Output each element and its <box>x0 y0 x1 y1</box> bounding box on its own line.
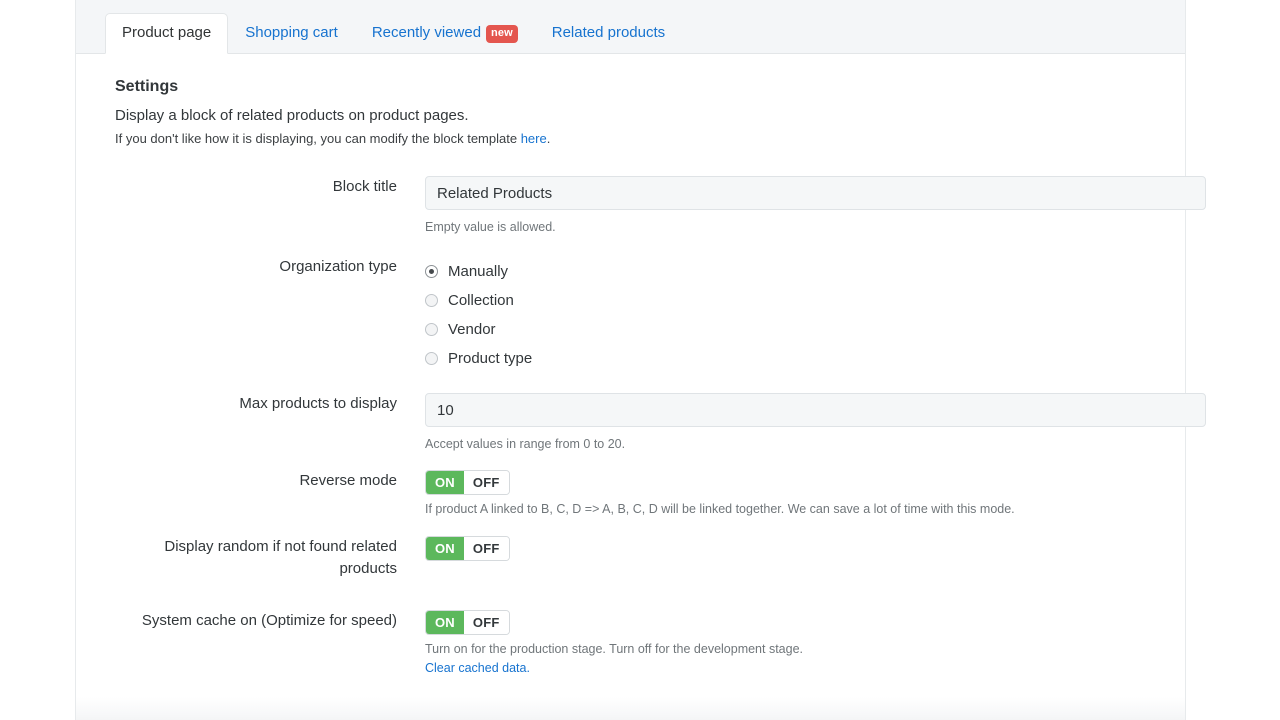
tab-bar: Product page Shopping cart Recently view… <box>76 0 1185 54</box>
footer-strip <box>76 697 1185 720</box>
radio-icon <box>425 265 438 278</box>
template-note-prefix: If you don't like how it is displaying, … <box>115 131 521 146</box>
radio-icon <box>425 352 438 365</box>
settings-form: Block title Empty value is allowed. Orga… <box>115 176 1206 720</box>
system-cache-hint: Turn on for the production stage. Turn o… <box>425 642 804 656</box>
toggle-off-segment[interactable]: OFF <box>463 611 509 634</box>
tab-recently-viewed[interactable]: Recently viewed new <box>355 13 535 54</box>
field-row-display-random: Display random if not found related prod… <box>115 536 1185 580</box>
field-row-system-cache: System cache on (Optimize for speed) ON … <box>115 610 1185 677</box>
radio-label: Collection <box>448 291 514 309</box>
tab-label: Product page <box>122 24 212 41</box>
toggle-off-segment[interactable]: OFF <box>463 471 509 494</box>
block-title-hint: Empty value is allowed. <box>425 220 556 234</box>
template-note-suffix: . <box>546 131 551 146</box>
block-title-input[interactable] <box>425 176 1206 210</box>
tab-related-products[interactable]: Related products <box>535 13 682 54</box>
radio-label: Vendor <box>448 320 496 338</box>
radio-icon <box>425 294 438 307</box>
max-products-hint: Accept values in range from 0 to 20. <box>425 437 626 451</box>
radio-option-manually[interactable]: Manually <box>425 257 1185 286</box>
template-note: If you don't like how it is displaying, … <box>115 130 1185 148</box>
modify-template-link[interactable]: here <box>521 131 547 146</box>
radio-option-collection[interactable]: Collection <box>425 286 1185 315</box>
page-title: Settings <box>115 78 179 95</box>
clear-cached-data-link[interactable]: Clear cached data. <box>425 661 530 675</box>
settings-content: Settings Display a block of related prod… <box>76 54 1206 720</box>
tab-shopping-cart[interactable]: Shopping cart <box>228 13 355 54</box>
tab-label: Related products <box>551 24 666 41</box>
reverse-mode-toggle[interactable]: ON OFF <box>425 470 510 495</box>
settings-card: Product page Shopping cart Recently view… <box>75 0 1206 720</box>
app-root: Product page Shopping cart Recently view… <box>0 0 1280 720</box>
radio-option-vendor[interactable]: Vendor <box>425 315 1185 344</box>
radio-label: Manually <box>448 262 509 280</box>
field-row-organization-type: Organization type Manually Collection Ve… <box>115 256 1185 373</box>
system-cache-toggle[interactable]: ON OFF <box>425 610 510 635</box>
reverse-mode-hint: If product A linked to B, C, D => A, B, … <box>425 502 1015 516</box>
radio-icon <box>425 323 438 336</box>
max-products-label: Max products to display <box>239 395 397 412</box>
system-cache-label: System cache on (Optimize for speed) <box>141 612 397 629</box>
toggle-on-segment[interactable]: ON <box>426 611 464 634</box>
display-random-toggle[interactable]: ON OFF <box>425 536 510 561</box>
toggle-off-segment[interactable]: OFF <box>463 537 509 560</box>
field-row-reverse-mode: Reverse mode ON OFF If product A linked … <box>115 470 1185 518</box>
field-row-max-products: Max products to display Accept values in… <box>115 393 1206 453</box>
tab-product-page[interactable]: Product page <box>105 13 229 54</box>
organization-type-label: Organization type <box>279 258 397 275</box>
block-title-label: Block title <box>332 178 397 195</box>
radio-option-product-type[interactable]: Product type <box>425 344 1185 373</box>
tab-label: Recently viewed <box>371 24 482 41</box>
page-description: Display a block of related products on p… <box>115 107 469 124</box>
toggle-on-segment[interactable]: ON <box>426 471 464 494</box>
radio-label: Product type <box>448 349 533 367</box>
max-products-input[interactable] <box>425 393 1206 427</box>
reverse-mode-label: Reverse mode <box>299 472 397 489</box>
toggle-on-segment[interactable]: ON <box>426 537 464 560</box>
new-badge: new <box>486 25 518 43</box>
display-random-label: Display random if not found related prod… <box>164 538 397 577</box>
tab-label: Shopping cart <box>245 24 338 41</box>
field-row-block-title: Block title Empty value is allowed. <box>115 176 1206 236</box>
